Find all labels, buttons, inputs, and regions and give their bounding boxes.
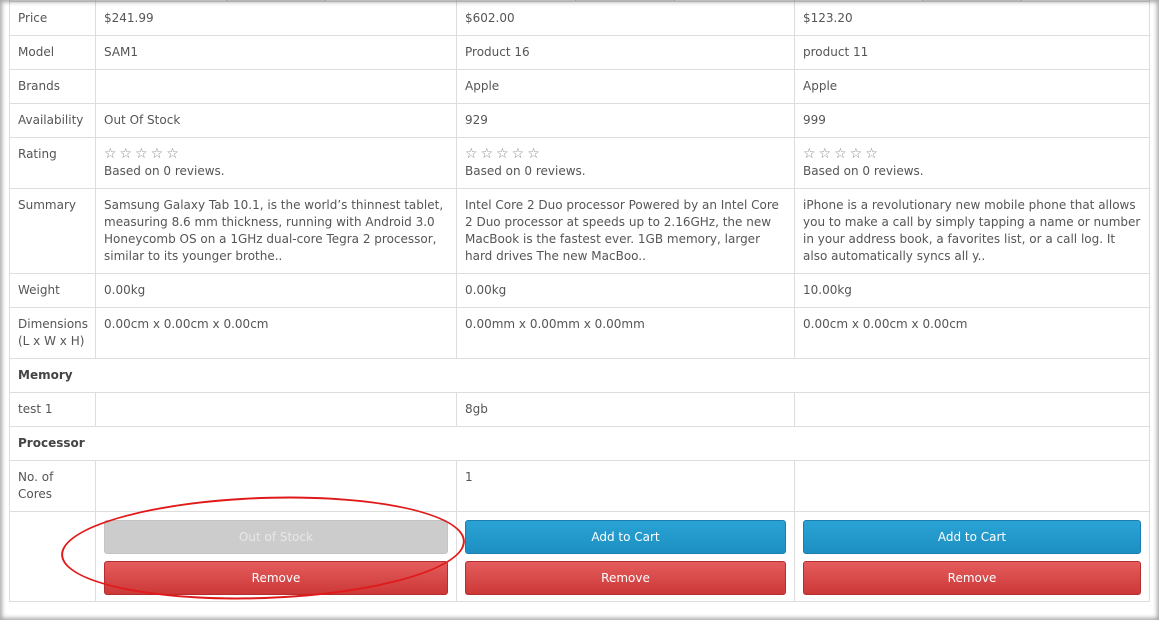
model-value: product 11 bbox=[794, 35, 1150, 70]
row-label-cores: No. of Cores bbox=[9, 460, 96, 512]
weight-value: 0.00kg bbox=[456, 273, 795, 308]
cores-value bbox=[95, 460, 457, 512]
brand-value: Apple bbox=[456, 69, 795, 104]
test1-value bbox=[95, 392, 457, 427]
rating-stars-icon: ☆☆☆☆☆ bbox=[104, 146, 182, 162]
top-cell-2 bbox=[456, 0, 795, 2]
add-to-cart-button[interactable]: Add to Cart bbox=[465, 520, 786, 554]
rating-cell: ☆☆☆☆☆ Based on 0 reviews. bbox=[794, 137, 1150, 189]
availability-value: 929 bbox=[456, 103, 795, 138]
top-button[interactable] bbox=[575, 0, 675, 1]
cores-value bbox=[794, 460, 1150, 512]
top-cell-3 bbox=[794, 0, 1150, 2]
model-value: SAM1 bbox=[95, 35, 457, 70]
row-label-availability: Availability bbox=[9, 103, 96, 138]
actions-cell: Out of Stock Remove bbox=[95, 511, 457, 602]
row-label-price: Price bbox=[9, 1, 96, 36]
row-label-weight: Weight bbox=[9, 273, 96, 308]
row-label-model: Model bbox=[9, 35, 96, 70]
reviews-text: Based on 0 reviews. bbox=[104, 164, 225, 178]
group-heading-processor: Processor bbox=[9, 426, 1150, 461]
price-value: $602.00 bbox=[456, 1, 795, 36]
product-compare-table: Price $241.99 $602.00 $123.20 Model SAM1… bbox=[9, 0, 1150, 602]
cores-value: 1 bbox=[456, 460, 795, 512]
row-label-brands: Brands bbox=[9, 69, 96, 104]
actions-cell: Add to Cart Remove bbox=[456, 511, 795, 602]
row-label-dimensions: Dimensions (L x W x H) bbox=[9, 307, 96, 359]
model-value: Product 16 bbox=[456, 35, 795, 70]
availability-value: 999 bbox=[794, 103, 1150, 138]
summary-value: Samsung Galaxy Tab 10.1, is the world’s … bbox=[95, 188, 457, 274]
rating-cell: ☆☆☆☆☆ Based on 0 reviews. bbox=[95, 137, 457, 189]
row-label-rating: Rating bbox=[9, 137, 96, 189]
dimensions-value: 0.00cm x 0.00cm x 0.00cm bbox=[95, 307, 457, 359]
actions-cell: Add to Cart Remove bbox=[794, 511, 1150, 602]
group-heading-memory: Memory bbox=[9, 358, 1150, 393]
summary-value: iPhone is a revolutionary new mobile pho… bbox=[794, 188, 1150, 274]
summary-value: Intel Core 2 Duo processor Powered by an… bbox=[456, 188, 795, 274]
row-label-test1: test 1 bbox=[9, 392, 96, 427]
dimensions-value: 0.00cm x 0.00cm x 0.00cm bbox=[794, 307, 1150, 359]
brand-value: Apple bbox=[794, 69, 1150, 104]
price-value: $123.20 bbox=[794, 1, 1150, 36]
reviews-text: Based on 0 reviews. bbox=[803, 164, 924, 178]
remove-button[interactable]: Remove bbox=[803, 561, 1141, 595]
price-value: $241.99 bbox=[95, 1, 457, 36]
out-of-stock-button[interactable]: Out of Stock bbox=[104, 520, 448, 554]
remove-button[interactable]: Remove bbox=[465, 561, 786, 595]
top-cell-1 bbox=[95, 0, 457, 2]
test1-value bbox=[794, 392, 1150, 427]
brand-value bbox=[95, 69, 457, 104]
add-to-cart-button[interactable]: Add to Cart bbox=[803, 520, 1141, 554]
top-button[interactable] bbox=[226, 0, 326, 1]
row-label-summary: Summary bbox=[9, 188, 96, 274]
rating-stars-icon: ☆☆☆☆☆ bbox=[803, 146, 881, 162]
top-label-cell bbox=[9, 0, 96, 2]
weight-value: 0.00kg bbox=[95, 273, 457, 308]
availability-value: Out Of Stock bbox=[95, 103, 457, 138]
rating-cell: ☆☆☆☆☆ Based on 0 reviews. bbox=[456, 137, 795, 189]
reviews-text: Based on 0 reviews. bbox=[465, 164, 586, 178]
top-button[interactable] bbox=[922, 0, 1022, 1]
test1-value: 8gb bbox=[456, 392, 795, 427]
remove-button[interactable]: Remove bbox=[104, 561, 448, 595]
actions-label-cell bbox=[9, 511, 96, 602]
rating-stars-icon: ☆☆☆☆☆ bbox=[465, 146, 543, 162]
weight-value: 10.00kg bbox=[794, 273, 1150, 308]
dimensions-value: 0.00mm x 0.00mm x 0.00mm bbox=[456, 307, 795, 359]
